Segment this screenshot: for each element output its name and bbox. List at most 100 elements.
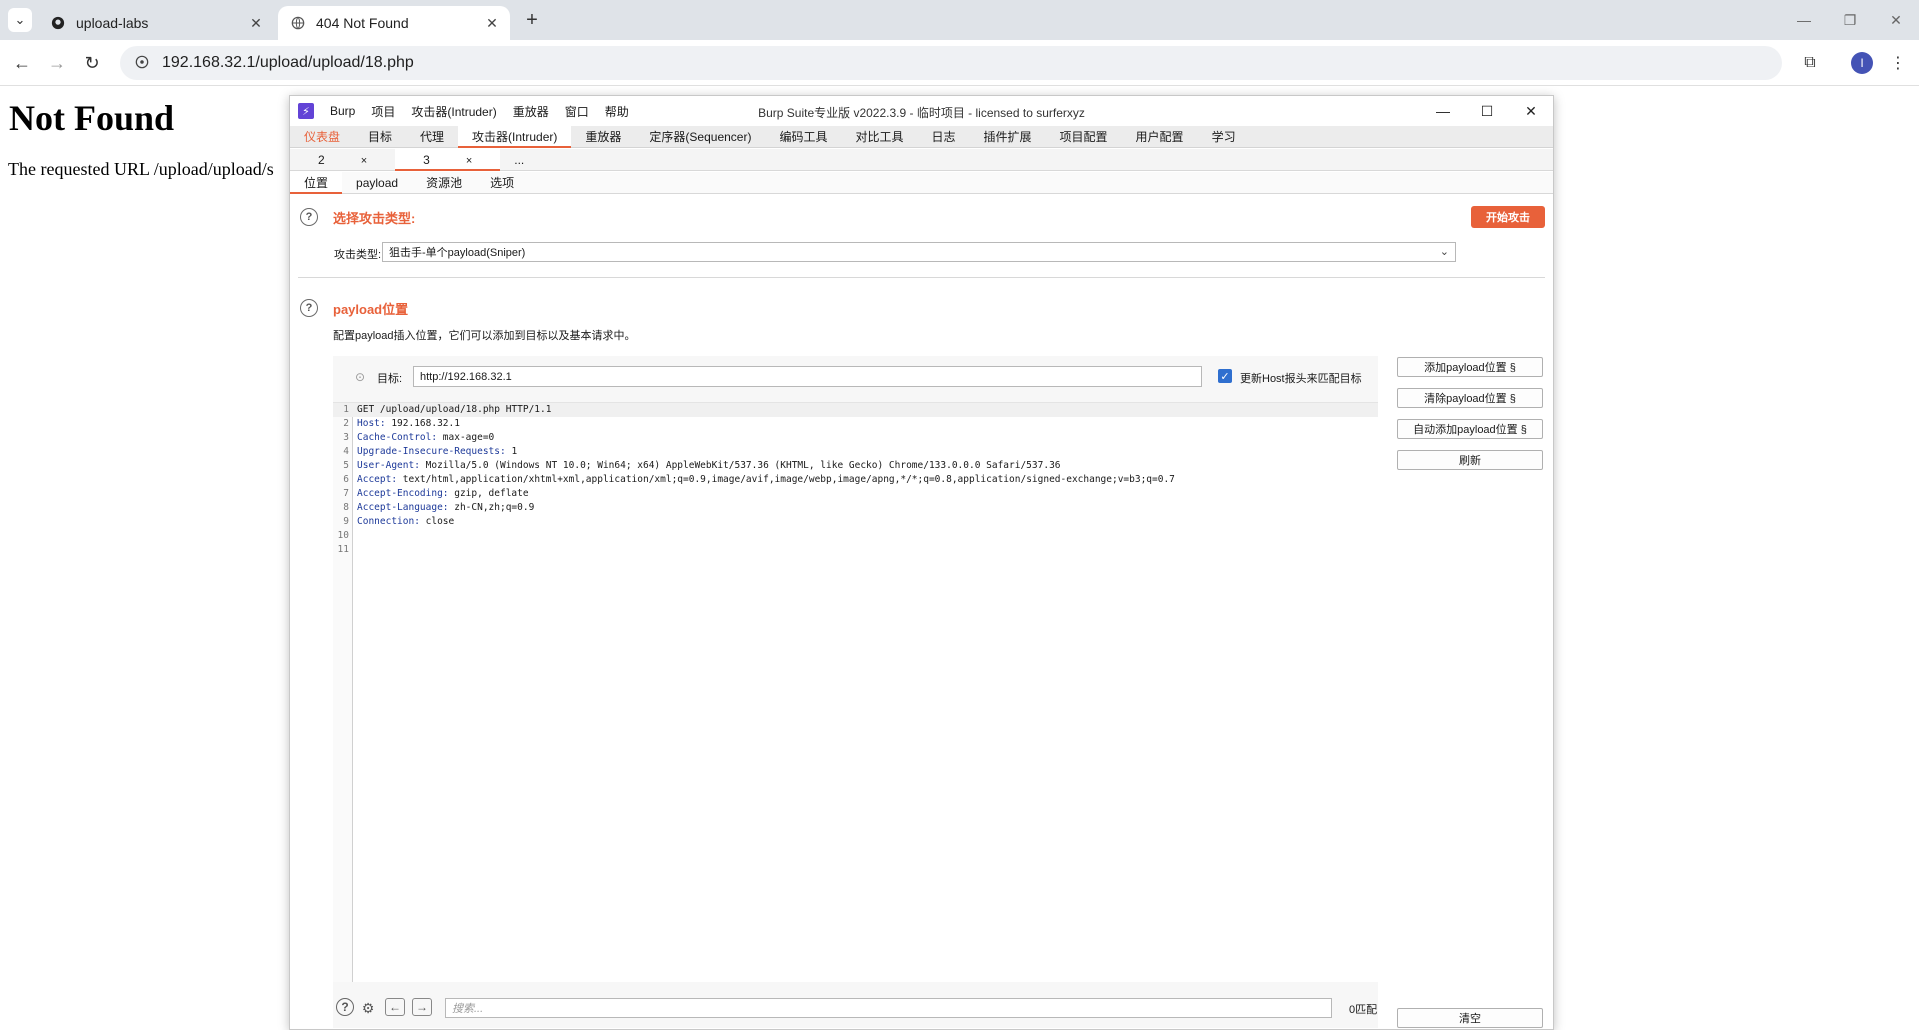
chevron-down-icon: ⌄ xyxy=(1439,246,1449,258)
burp-window: ⚡ Burp 项目 攻击器(Intruder) 重放器 窗口 帮助 Burp S… xyxy=(289,95,1554,1030)
search-input[interactable]: 搜索... xyxy=(445,998,1332,1018)
new-tab-button[interactable]: + xyxy=(520,8,544,32)
tab-user-options[interactable]: 用户配置 xyxy=(1122,126,1198,148)
header-value: zh-CN,zh;q=0.9 xyxy=(448,502,535,513)
forward-button[interactable]: → xyxy=(45,51,69,75)
line-number: 1 xyxy=(343,404,349,415)
request-line-text: Connection: close xyxy=(357,515,454,529)
intruder-tab-label: 3 xyxy=(423,153,430,167)
puzzle-icon: ⧉ xyxy=(1804,54,1816,71)
tab-dashboard[interactable]: 仪表盘 xyxy=(290,126,354,148)
header-name: User-Agent: xyxy=(357,460,420,471)
close-icon[interactable]: ✕ xyxy=(1873,0,1919,40)
maximize-icon[interactable]: ☐ xyxy=(1465,96,1509,126)
tab-title: upload-labs xyxy=(76,15,149,31)
profile-button[interactable]: I xyxy=(1850,51,1874,75)
target-value: http://192.168.32.1 xyxy=(420,370,512,383)
site-info-icon[interactable] xyxy=(132,55,152,72)
tab-positions[interactable]: 位置 xyxy=(290,172,343,194)
tab-logger[interactable]: 日志 xyxy=(918,126,970,148)
browser-tab-strip: ⌄ upload-labs ✕ 404 Not Found ✕ + — ❐ ✕ xyxy=(0,0,1919,40)
request-line-text: Host: 192.168.32.1 xyxy=(357,417,460,431)
header-name: Connection: xyxy=(357,516,420,527)
intruder-tab-new[interactable]: ... xyxy=(500,149,538,171)
minimize-icon[interactable]: — xyxy=(1781,0,1827,40)
tab-project-options[interactable]: 项目配置 xyxy=(1046,126,1122,148)
tab-repeater[interactable]: 重放器 xyxy=(571,126,635,148)
tab-options[interactable]: 选项 xyxy=(476,172,528,194)
tab-intruder[interactable]: 攻击器(Intruder) xyxy=(458,126,572,148)
attack-type-select[interactable]: 狙击手-单个payload(Sniper) ⌄ xyxy=(382,242,1456,262)
line-number: 3 xyxy=(343,432,349,443)
clear-payload-position-button[interactable]: 清除payload位置 § xyxy=(1397,388,1543,408)
header-name: Upgrade-Insecure-Requests: xyxy=(357,446,506,457)
more-vertical-icon: ⋮ xyxy=(1890,55,1906,72)
line-number: 11 xyxy=(337,544,349,555)
payload-positions-description: 配置payload插入位置，它们可以添加到目标以及基本请求中。 xyxy=(333,330,636,342)
tab-comparer[interactable]: 对比工具 xyxy=(841,126,917,148)
restore-icon[interactable]: ❐ xyxy=(1827,0,1873,40)
arrow-right-icon: → xyxy=(48,52,66,73)
gear-icon[interactable]: ⚙ xyxy=(358,998,378,1018)
page-heading: Not Found xyxy=(9,98,175,138)
arrow-right-icon[interactable]: → xyxy=(412,998,432,1016)
close-icon[interactable]: × xyxy=(452,155,486,167)
tab-learn[interactable]: 学习 xyxy=(1198,126,1250,148)
close-icon[interactable]: ✕ xyxy=(1509,96,1553,126)
intruder-tab-2[interactable]: 2 × xyxy=(290,149,395,171)
tab-decoder[interactable]: 编码工具 xyxy=(765,126,841,148)
github-icon xyxy=(50,15,66,31)
request-line-text: Accept-Encoding: gzip, deflate xyxy=(357,487,529,501)
attack-type-label: 攻击类型: xyxy=(334,249,382,261)
close-icon[interactable]: ✕ xyxy=(246,15,266,32)
refresh-button[interactable]: 刷新 xyxy=(1397,450,1543,470)
request-line: 6 Accept: text/html,application/xhtml+xml… xyxy=(333,473,1378,487)
browser-toolbar: ← → ↻ 192.168.32.1/upload/upload/18.php … xyxy=(0,40,1919,86)
header-value: Mozilla/5.0 (Windows NT 10.0; Win64; x64… xyxy=(419,460,1061,471)
auto-add-payload-position-button[interactable]: 自动添加payload位置 § xyxy=(1397,419,1543,439)
header-name: Accept-Language: xyxy=(357,502,449,513)
target-label: 目标: xyxy=(377,373,403,385)
target-icon: ⊙ xyxy=(355,370,366,384)
add-payload-position-button[interactable]: 添加payload位置 § xyxy=(1397,357,1543,377)
intruder-section-tabs: 位置 payload 资源池 选项 xyxy=(290,172,1553,194)
tab-extensions[interactable]: 插件扩展 xyxy=(970,126,1046,148)
page-message: The requested URL /upload/upload/s xyxy=(8,159,274,179)
start-attack-button[interactable]: 开始攻击 xyxy=(1471,206,1545,228)
request-editor[interactable]: 1 GET /upload/upload/18.php HTTP/1.1 2 Hos… xyxy=(333,402,1378,982)
target-input[interactable]: http://192.168.32.1 xyxy=(413,366,1202,387)
tab-sequencer[interactable]: 定序器(Sequencer) xyxy=(635,126,765,148)
intruder-tab-3[interactable]: 3 × xyxy=(395,149,501,171)
section-divider xyxy=(298,277,1545,278)
close-icon[interactable]: ✕ xyxy=(482,15,502,32)
address-bar[interactable]: 192.168.32.1/upload/upload/18.php xyxy=(120,46,1782,80)
tab-resource-pool[interactable]: 资源池 xyxy=(412,172,476,194)
host-header-checkbox[interactable]: ✓ xyxy=(1218,369,1232,383)
arrow-left-icon[interactable]: ← xyxy=(385,998,405,1016)
browser-tab-not-found[interactable]: 404 Not Found ✕ xyxy=(278,6,510,40)
tab-proxy[interactable]: 代理 xyxy=(406,126,458,148)
intruder-instance-tabs: 2 × 3 × ... xyxy=(290,149,1553,171)
close-icon[interactable]: × xyxy=(347,155,381,167)
arrow-left-icon: ← xyxy=(13,52,31,73)
browser-tab-upload-labs[interactable]: upload-labs ✕ xyxy=(38,6,274,40)
extensions-button[interactable]: ⧉ xyxy=(1798,51,1822,75)
line-number: 2 xyxy=(343,418,349,429)
menu-button[interactable]: ⋮ xyxy=(1886,51,1910,75)
tab-target[interactable]: 目标 xyxy=(354,126,406,148)
clear-button[interactable]: 清空 xyxy=(1397,1008,1543,1028)
help-icon[interactable]: ? xyxy=(300,299,318,317)
help-icon[interactable]: ? xyxy=(336,998,354,1016)
back-button[interactable]: ← xyxy=(10,51,34,75)
help-icon[interactable]: ? xyxy=(300,208,318,226)
tab-payloads[interactable]: payload xyxy=(342,172,412,194)
request-line-text: Accept: text/html,application/xhtml+xml,… xyxy=(357,473,1175,487)
request-line-text: Cache-Control: max-age=0 xyxy=(357,431,494,445)
tab-search-button[interactable]: ⌄ xyxy=(8,8,32,32)
reload-button[interactable]: ↻ xyxy=(80,51,104,75)
check-icon: ✓ xyxy=(1220,370,1230,383)
line-number: 9 xyxy=(343,516,349,527)
attack-type-title: 选择攻击类型: xyxy=(333,211,416,226)
plus-icon: + xyxy=(526,8,538,31)
minimize-icon[interactable]: — xyxy=(1421,96,1465,126)
